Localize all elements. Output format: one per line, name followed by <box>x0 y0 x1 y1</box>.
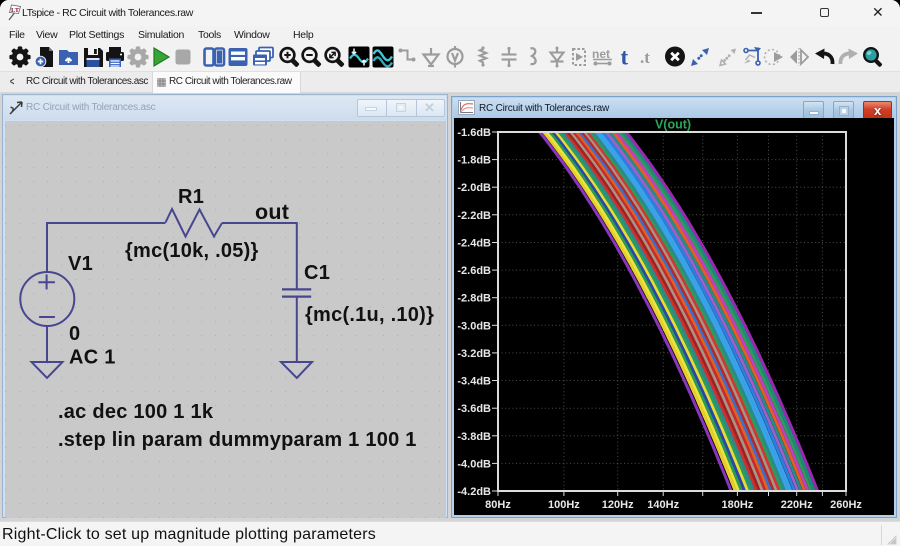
svg-text:C1: C1 <box>304 262 330 284</box>
svg-text:-2.6dB: -2.6dB <box>457 265 491 277</box>
svg-text:-2.2dB: -2.2dB <box>457 210 491 222</box>
svg-text:80Hz: 80Hz <box>485 499 511 511</box>
svg-text:.ac dec 100 1 1k: .ac dec 100 1 1k <box>58 401 214 423</box>
svg-text:-2.8dB: -2.8dB <box>457 293 491 305</box>
svg-text:-1.6dB: -1.6dB <box>457 127 491 139</box>
svg-text:-4.2dB: -4.2dB <box>457 486 491 498</box>
svg-text:R1: R1 <box>178 186 204 208</box>
svg-text:{mc(.1u, .10)}: {mc(.1u, .10)} <box>305 304 434 326</box>
svg-text:100Hz: 100Hz <box>548 499 580 511</box>
svg-text:V1: V1 <box>68 253 93 275</box>
svg-text:220Hz: 220Hz <box>781 499 813 511</box>
svg-text:{mc(10k, .05)}: {mc(10k, .05)} <box>125 240 259 262</box>
svg-text:-2.4dB: -2.4dB <box>457 238 491 250</box>
svg-text:-4.0dB: -4.0dB <box>457 458 491 470</box>
svg-text:V(out): V(out) <box>655 118 691 132</box>
svg-text:120Hz: 120Hz <box>602 499 634 511</box>
svg-text:-2.0dB: -2.0dB <box>457 182 491 194</box>
svg-text:-3.0dB: -3.0dB <box>457 320 491 332</box>
svg-text:LT: LT <box>11 7 20 14</box>
svg-text:.t: .t <box>640 48 650 67</box>
svg-text:0: 0 <box>69 323 80 345</box>
svg-text:-1.8dB: -1.8dB <box>457 155 491 167</box>
svg-text:out: out <box>255 200 289 224</box>
svg-text:AC 1: AC 1 <box>69 347 116 369</box>
svg-text:-3.6dB: -3.6dB <box>457 403 491 415</box>
svg-text:180Hz: 180Hz <box>722 499 754 511</box>
svg-text:140Hz: 140Hz <box>647 499 679 511</box>
svg-text:-3.2dB: -3.2dB <box>457 348 491 360</box>
svg-text:260Hz: 260Hz <box>830 499 862 511</box>
svg-text:.step lin param dummyparam 1 1: .step lin param dummyparam 1 100 1 <box>58 429 417 451</box>
svg-text:-3.8dB: -3.8dB <box>457 431 491 443</box>
svg-text:-3.4dB: -3.4dB <box>457 376 491 388</box>
svg-text:t: t <box>621 45 629 69</box>
